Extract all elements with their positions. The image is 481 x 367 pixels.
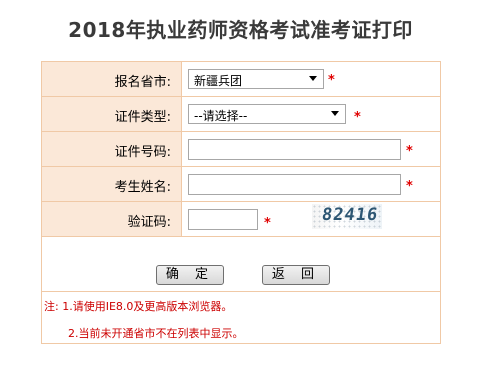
- back-button[interactable]: 返 回: [262, 265, 330, 285]
- required-mark: *: [354, 110, 361, 125]
- id-type-label: 证件类型:: [114, 110, 171, 125]
- province-selected-value: 新疆兵团: [194, 74, 243, 88]
- form-row-id-type: 证件类型: --请选择-- *: [42, 97, 440, 132]
- form-row-province: 报名省市: 新疆兵团 *: [42, 62, 440, 97]
- notes-divider: [42, 291, 440, 292]
- name-input[interactable]: [188, 174, 401, 195]
- form-row-captcha: 验证码: * 82416: [42, 202, 440, 237]
- note-line-2: 2.当前未开通省市不在列表中显示。: [68, 327, 244, 340]
- chevron-down-icon: [309, 76, 317, 81]
- confirm-button[interactable]: 确 定: [156, 265, 224, 285]
- captcha-code: 82416: [320, 205, 380, 225]
- page-title: 2018年执业药师资格考试准考证打印: [68, 18, 413, 42]
- form-row-id-number: 证件号码: *: [42, 132, 440, 167]
- note-line-1: 注: 1.请使用IE8.0及更高版本浏览器。: [44, 300, 233, 313]
- name-label: 考生姓名:: [114, 180, 171, 195]
- captcha-label-cell: 验证码:: [42, 202, 182, 236]
- id-number-input[interactable]: [188, 139, 401, 160]
- exam-ticket-form: 报名省市: 新疆兵团 * 证件类型: --请选择-- * 证件号码: * 考生姓…: [41, 61, 441, 344]
- id-type-selected-value: --请选择--: [194, 109, 248, 123]
- province-label-cell: 报名省市:: [42, 62, 182, 96]
- id-number-label: 证件号码:: [114, 145, 171, 160]
- province-label: 报名省市:: [114, 75, 171, 90]
- captcha-image[interactable]: 82416: [312, 204, 382, 229]
- id-number-label-cell: 证件号码:: [42, 132, 182, 166]
- required-mark: *: [328, 73, 335, 88]
- required-mark: *: [406, 144, 413, 159]
- required-mark: *: [264, 216, 271, 231]
- province-select[interactable]: 新疆兵团: [188, 69, 324, 89]
- captcha-input[interactable]: [188, 209, 258, 230]
- name-label-cell: 考生姓名:: [42, 167, 182, 201]
- id-type-select[interactable]: --请选择--: [188, 104, 346, 124]
- chevron-down-icon: [331, 111, 339, 116]
- id-type-label-cell: 证件类型:: [42, 97, 182, 131]
- captcha-label: 验证码:: [127, 215, 171, 230]
- form-row-name: 考生姓名: *: [42, 167, 440, 202]
- required-mark: *: [406, 179, 413, 194]
